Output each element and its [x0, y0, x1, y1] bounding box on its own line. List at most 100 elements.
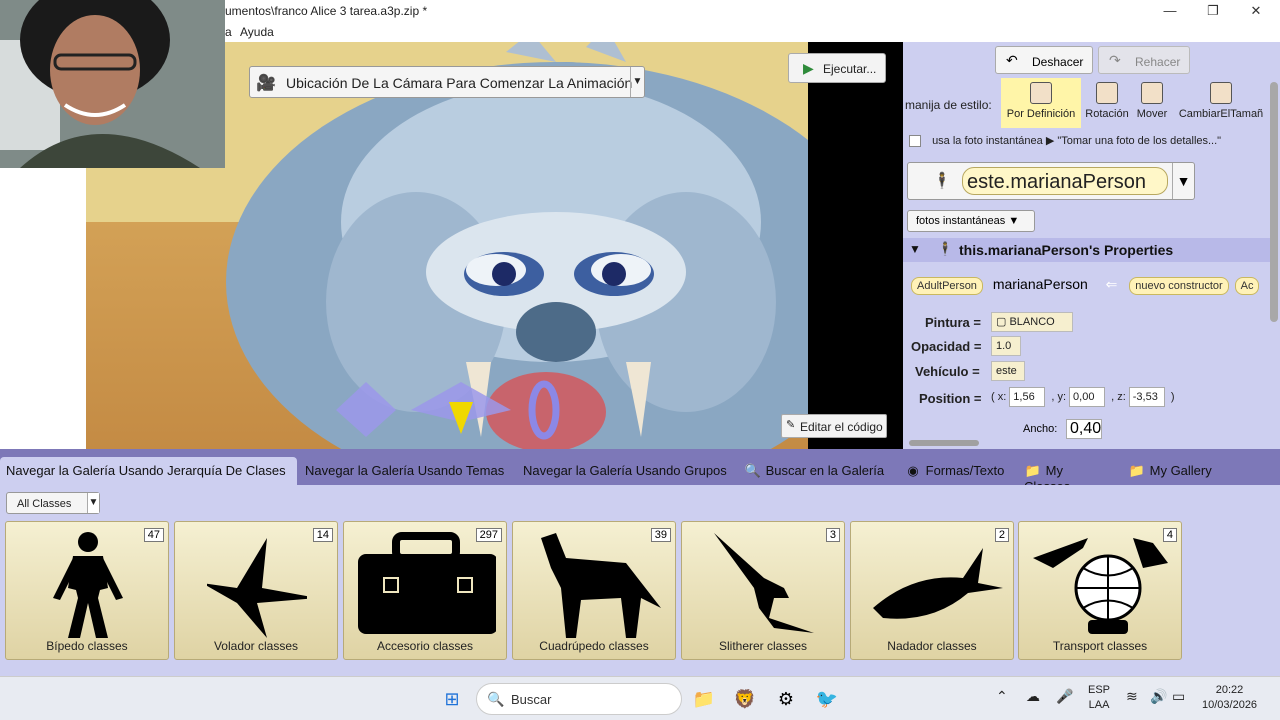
- resize-icon: [1210, 82, 1232, 104]
- gallery-card-prop[interactable]: 297 Accesorio classes: [343, 521, 507, 660]
- width-input[interactable]: 0,40: [1066, 419, 1102, 439]
- gallery-card-quadruped[interactable]: 39 Cuadrúpedo classes: [512, 521, 676, 660]
- tab-search[interactable]: 🔍 Buscar en la Galería: [738, 457, 894, 485]
- clock[interactable]: 20:22 10/03/2026: [1202, 683, 1257, 713]
- count-badge: 47: [143, 528, 164, 542]
- card-label: Transport classes: [1052, 639, 1148, 653]
- code-icon: ✎: [786, 419, 796, 431]
- object-name: marianaPerson: [992, 276, 1088, 292]
- gallery-card-transport[interactable]: 4 Transport classes: [1018, 521, 1182, 660]
- redo-button[interactable]: ↷ Rehacer: [1098, 46, 1190, 74]
- gallery-card-slitherer[interactable]: 3 Slitherer classes: [681, 521, 845, 660]
- handle-style-default[interactable]: Por Definición: [1001, 78, 1081, 128]
- card-label: Slitherer classes: [718, 639, 808, 653]
- properties-header[interactable]: ▼ 🕴 this.marianaPerson's Properties: [903, 238, 1270, 262]
- flyer-icon: [207, 538, 307, 638]
- minimize-button[interactable]: —: [1155, 2, 1185, 20]
- paint-value[interactable]: ▢ BLANCO: [991, 312, 1073, 332]
- taskbar-search[interactable]: 🔍 Buscar: [476, 683, 682, 715]
- battery-icon[interactable]: ▭: [1172, 689, 1185, 704]
- tab-themes[interactable]: Navegar la Galería Usando Temas: [299, 457, 515, 485]
- horizontal-scrollbar[interactable]: [909, 440, 979, 446]
- card-label: Bípedo classes: [46, 639, 128, 653]
- wifi-icon[interactable]: ≋: [1126, 689, 1138, 704]
- properties-panel: ↶ Deshacer ↷ Rehacer manija de estilo: P…: [903, 42, 1280, 449]
- tab-groups[interactable]: Navegar la Galería Usando Grupos: [517, 457, 735, 485]
- class-chip[interactable]: AdultPerson: [911, 277, 983, 295]
- microphone-icon[interactable]: 🎤: [1056, 689, 1073, 704]
- class-filter-dropdown[interactable]: All Classes ▼: [6, 492, 100, 514]
- vertical-scrollbar[interactable]: [1270, 82, 1278, 322]
- quadruped-icon: [541, 533, 661, 638]
- snapshots-dropdown[interactable]: fotos instantáneas ▼: [907, 210, 1035, 232]
- pos-y-input[interactable]: 0,00: [1069, 387, 1106, 407]
- gallery-tabs: Navegar la Galería Usando Jerarquía De C…: [0, 449, 1280, 494]
- maximize-button[interactable]: ❐: [1198, 2, 1228, 20]
- play-icon: ▶: [803, 60, 814, 76]
- card-label: Volador classes: [213, 639, 299, 653]
- brave-browser-icon[interactable]: 🦁: [731, 685, 759, 713]
- tab-my-gallery[interactable]: 📁 My Gallery: [1122, 457, 1222, 485]
- undo-label: Deshacer: [1032, 55, 1084, 69]
- onedrive-icon[interactable]: ☁: [1026, 689, 1040, 704]
- chevron-up-icon[interactable]: ⌃: [996, 689, 1008, 704]
- count-badge: 4: [1162, 528, 1177, 542]
- chevron-down-icon: ▼: [630, 67, 644, 97]
- vehicle-value[interactable]: este: [991, 361, 1025, 381]
- gallery-card-swimmer[interactable]: 2 Nadador classes: [850, 521, 1014, 660]
- scene-right-mask: [808, 42, 903, 449]
- edit-code-button[interactable]: ✎ Editar el código: [781, 414, 887, 438]
- paint-label: Pintura =: [925, 315, 981, 330]
- card-label: Cuadrúpedo classes: [539, 639, 649, 653]
- move-icon: [1141, 82, 1163, 104]
- tab-shapes[interactable]: ◉ Formas/Texto: [898, 457, 1016, 485]
- pos-x-input[interactable]: 1,56: [1009, 387, 1046, 407]
- chatgpt-icon[interactable]: ⚙: [772, 685, 800, 713]
- run-label: Ejecutar...: [823, 62, 877, 76]
- volume-icon[interactable]: 🔊: [1150, 689, 1167, 704]
- language-indicator[interactable]: ESP LAA: [1088, 683, 1110, 713]
- folder-icon: 📁: [1128, 463, 1146, 478]
- close-button[interactable]: ✕: [1241, 2, 1271, 20]
- search-label: Buscar: [511, 692, 552, 707]
- width-label: Ancho:: [1023, 423, 1058, 435]
- constructor-chip[interactable]: nuevo constructor: [1129, 277, 1229, 295]
- camera-marker-label: Ubicación De La Cámara Para Comenzar La …: [286, 75, 633, 91]
- run-button[interactable]: ▶ Ejecutar...: [788, 53, 886, 83]
- slitherer-icon: [714, 533, 814, 633]
- chevron-down-icon: ▼: [87, 493, 99, 513]
- object-selector[interactable]: 🕴 este.marianaPerson ▼: [907, 162, 1195, 200]
- position-label: Position =: [919, 391, 982, 406]
- app-root: umentos\franco Alice 3 tarea.a3p.zip * —…: [0, 0, 1280, 720]
- constructor-arg-chip[interactable]: Ac: [1234, 277, 1260, 295]
- rotate-icon: [1096, 82, 1118, 104]
- undo-button[interactable]: ↶ Deshacer: [995, 46, 1093, 74]
- chevron-down-icon: ▼: [1172, 163, 1194, 199]
- gallery-card-biped[interactable]: 47 Bípedo classes: [5, 521, 169, 660]
- handle-style-resize[interactable]: CambiarElTamañ: [1173, 78, 1269, 128]
- snapshot-label: usa la foto instantánea: [932, 135, 1043, 147]
- alice-app-icon[interactable]: 🐦: [813, 685, 841, 713]
- opacity-value[interactable]: 1.0: [991, 336, 1021, 356]
- tab-class-hierarchy[interactable]: Navegar la Galería Usando Jerarquía De C…: [0, 457, 297, 485]
- count-badge: 2: [994, 528, 1009, 542]
- camera-marker-dropdown[interactable]: 🎥 Ubicación De La Cámara Para Comenzar L…: [249, 66, 645, 98]
- gallery-card-flyer[interactable]: 14 Volador classes: [174, 521, 338, 660]
- start-windows-icon[interactable]: ⊞: [438, 685, 466, 713]
- tab-my-classes[interactable]: 📁 My Classes: [1018, 457, 1118, 494]
- arrow-left-icon: ⇐: [1105, 276, 1118, 292]
- menu-item-help[interactable]: Ayuda: [240, 25, 274, 39]
- pos-z-input[interactable]: -3,53: [1128, 387, 1165, 407]
- snapshot-checkbox[interactable]: [909, 135, 921, 148]
- search-icon: 🔍: [744, 463, 762, 478]
- handle-style-move[interactable]: Mover: [1133, 78, 1171, 128]
- selected-object-value: este.marianaPerson: [962, 167, 1168, 195]
- properties-title: this.marianaPerson's Properties: [959, 242, 1174, 258]
- edit-code-label: Editar el código: [800, 420, 883, 434]
- menu-item-window[interactable]: a: [225, 25, 232, 39]
- handle-style-rotation[interactable]: Rotación: [1083, 78, 1131, 128]
- webcam-overlay: [0, 0, 225, 168]
- count-badge: 14: [312, 528, 333, 542]
- file-explorer-icon[interactable]: 📁: [690, 685, 718, 713]
- redo-label: Rehacer: [1135, 55, 1181, 69]
